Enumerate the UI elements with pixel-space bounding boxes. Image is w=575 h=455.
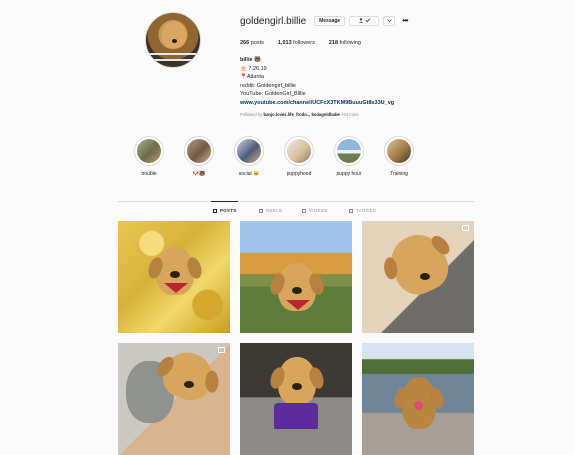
highlight-thumbnail [187,139,211,163]
tab-label: REELS [266,208,283,213]
followed-by-more: +54 more [341,111,359,117]
following-button[interactable] [349,16,380,26]
bio-birthday: 🎂 7.26.19 [240,65,267,72]
dog-photo [382,226,456,302]
dog-photo [278,357,316,405]
post-thumbnail[interactable] [362,221,474,333]
bio-reddit: reddit: Goldengirl_billie [240,82,296,89]
highlight-label: trouble [141,171,157,177]
followed-by-prefix: Followed by [240,111,263,117]
post-thumbnail[interactable] [118,221,230,333]
post-thumbnail[interactable] [118,343,230,455]
following-stat[interactable]: 218 following [329,40,361,48]
highlight-puppyhood[interactable]: puppyhood [282,136,316,177]
tab-label: TAGGED [356,208,377,213]
profile-bio: billie 🐻 🎂 7.26.19 📍Atlanta reddit: Gold… [240,56,540,108]
message-button[interactable]: Message [314,16,346,26]
avatar-dog-face [162,22,186,48]
chevron-down-icon [386,18,392,24]
suggested-accounts-button[interactable] [383,16,396,26]
bio-location: 📍Atlanta [240,74,264,81]
highlight-thumbnail [337,139,361,163]
following-label: following [339,40,361,46]
posts-label: posts [250,40,264,46]
tab-posts[interactable]: POSTS [213,208,237,213]
highlight-ring [134,136,164,166]
profile-tabs: POSTS REELS VIDEOS TAGGED [213,208,393,216]
profile-website-link[interactable]: www.youtube.com/channel/UCFcX3TKM9BuuuGt… [240,99,540,108]
highlight-label: puppy hour [336,171,362,177]
dog-nose [292,383,302,390]
highlight-ring [334,136,364,166]
highlight-social[interactable]: social 🐱 [232,136,266,177]
dog-tongue [414,401,423,410]
dog-nose [184,381,194,388]
dog-nose [420,273,430,280]
posts-count: 266 [240,40,250,46]
video-icon [302,208,306,213]
highlight-dog-bear[interactable]: 🐶🐻 [182,136,216,177]
followed-by[interactable]: Followed by banjo.loves.life_frodo.., ko… [240,112,540,117]
reels-icon [259,208,263,213]
profile-actions-row: goldengirl.billie Message ••• [240,14,540,28]
highlight-puppy-hour[interactable]: puppy hour [332,136,366,177]
highlight-training[interactable]: Training [382,136,416,177]
dog-nose [292,287,302,294]
story-highlights: trouble 🐶🐻 social 🐱 puppyhood puppy hour… [132,136,432,184]
profile-stats: 266 posts 1,013 followers 218 following [240,40,540,48]
purple-shirt [274,403,318,429]
followers-count: 1,013 [277,40,292,46]
tabs-divider [118,201,474,202]
highlight-label: 🐶🐻 [192,171,206,177]
highlight-thumbnail [237,139,261,163]
followed-by-names: banjo.loves.life_frodo.., kodagoldbabe [263,111,340,117]
highlight-label: social 🐱 [238,171,260,177]
profile-username: goldengirl.billie [240,15,307,27]
post-thumbnail[interactable] [240,221,352,333]
profile-header: goldengirl.billie Message ••• 266 posts … [240,14,540,117]
highlight-thumbnail [387,139,411,163]
multi-photo-icon [218,347,225,353]
tab-label: VIDEOS [309,208,328,213]
multi-photo-icon [462,225,469,231]
following-count: 218 [328,40,339,46]
highlight-thumbnail [287,139,311,163]
highlight-thumbnail [137,139,161,163]
grid-icon [213,208,217,213]
posts-stat: 266 posts [240,40,264,48]
avatar-dog-nose [172,39,177,43]
highlight-trouble[interactable]: trouble [132,136,166,177]
post-thumbnail[interactable] [240,343,352,455]
tag-icon [349,208,353,213]
more-options-icon[interactable]: ••• [402,17,408,25]
followers-label: followers [293,40,315,46]
dog-nose [170,271,180,278]
highlight-ring [234,136,264,166]
highlight-label: Training [390,171,408,177]
bio-youtube: YouTube: GoldenGirl_Billie [240,91,306,98]
profile-name: billie 🐻 [240,57,261,63]
highlight-ring [184,136,214,166]
followers-stat[interactable]: 1,013 followers [278,40,315,48]
person-check-icon [357,17,371,25]
tab-label: POSTS [220,208,237,213]
profile-avatar[interactable] [145,12,201,68]
tab-tagged[interactable]: TAGGED [349,208,376,213]
highlight-ring [284,136,314,166]
highlight-ring [384,136,414,166]
post-grid [118,221,474,455]
avatar-fence [146,53,200,61]
active-tab-indicator [211,201,238,202]
post-thumbnail[interactable] [362,343,474,455]
tab-videos[interactable]: VIDEOS [302,208,328,213]
highlight-label: puppyhood [286,171,312,177]
tab-reels[interactable]: REELS [259,208,282,213]
